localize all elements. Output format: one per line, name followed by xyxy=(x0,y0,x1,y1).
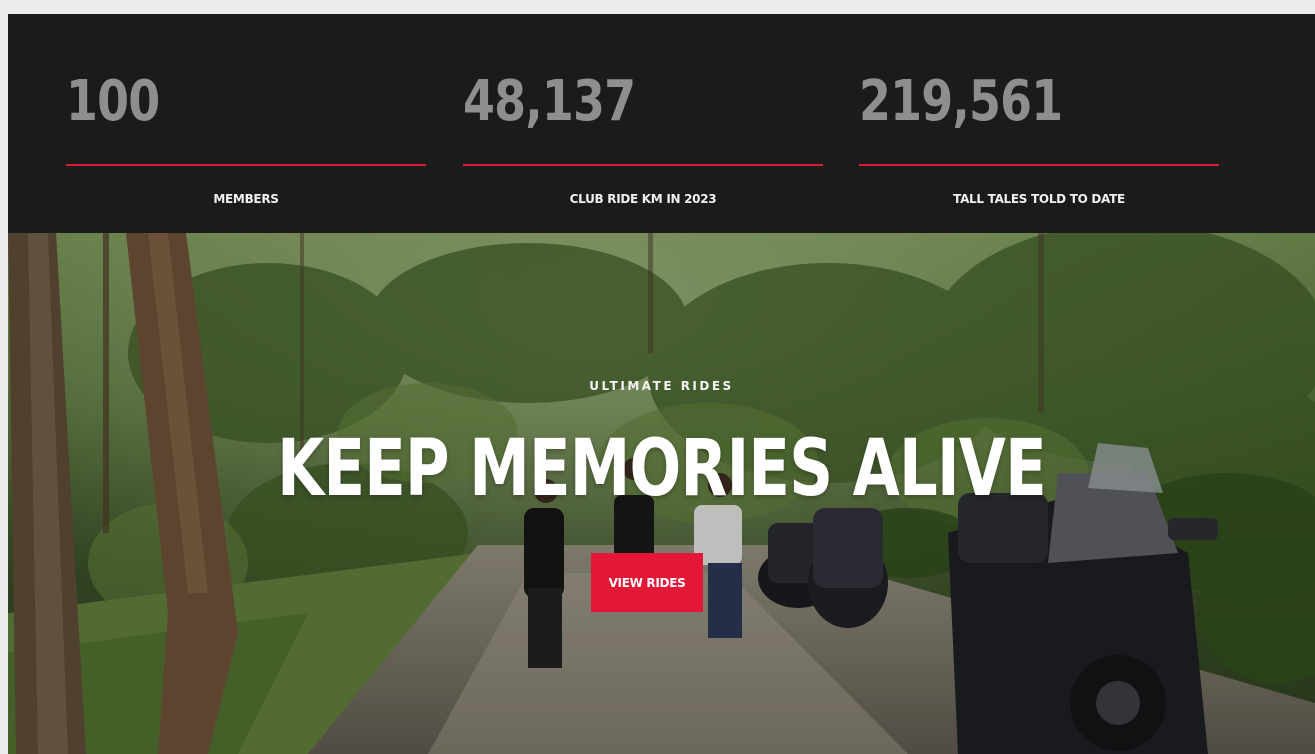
stat-label: TALL TALES TOLD TO DATE xyxy=(953,192,1125,206)
stat-tall-tales: 219,561 TALL TALES TOLD TO DATE xyxy=(859,14,1219,233)
stat-value: 219,561 xyxy=(859,69,1063,134)
stat-label: MEMBERS xyxy=(213,192,279,206)
view-rides-button[interactable]: VIEW RIDES xyxy=(591,553,703,612)
stat-members: 100 MEMBERS xyxy=(66,14,426,233)
stats-band: 100 MEMBERS 48,137 CLUB RIDE KM IN 2023 … xyxy=(8,14,1315,233)
page: 100 MEMBERS 48,137 CLUB RIDE KM IN 2023 … xyxy=(8,14,1315,754)
stat-divider xyxy=(463,164,823,166)
stat-value: 48,137 xyxy=(463,69,636,134)
stat-divider xyxy=(859,164,1219,166)
stat-divider xyxy=(66,164,426,166)
stat-label: CLUB RIDE KM IN 2023 xyxy=(569,192,717,206)
hero-section: ULTIMATE RIDES KEEP MEMORIES ALIVE VIEW … xyxy=(8,233,1315,754)
stat-club-ride-km: 48,137 CLUB RIDE KM IN 2023 xyxy=(463,14,823,233)
hero-eyebrow: ULTIMATE RIDES xyxy=(589,379,734,393)
hero-headline: KEEP MEMORIES ALIVE xyxy=(277,424,1047,514)
stat-value: 100 xyxy=(66,69,160,134)
